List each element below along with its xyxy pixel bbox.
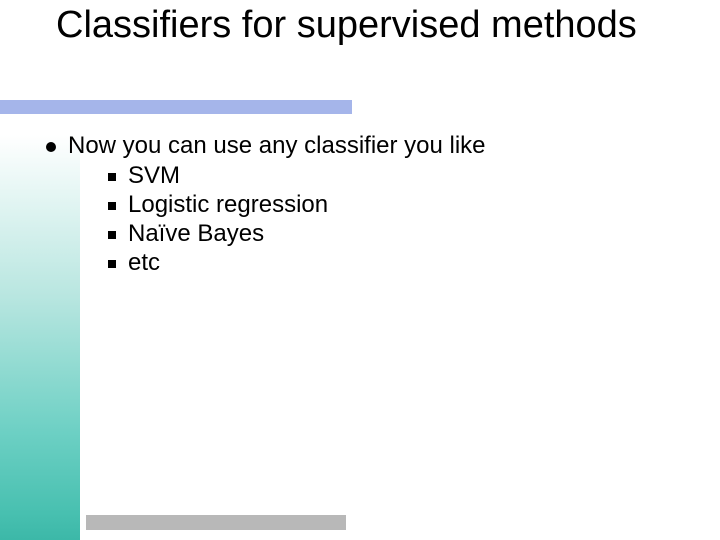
list-item: SVM bbox=[108, 162, 666, 190]
sub-item-text: etc bbox=[128, 249, 160, 277]
square-bullet-icon bbox=[108, 231, 116, 239]
slide-title: Classifiers for supervised methods bbox=[56, 4, 637, 48]
bottom-decorator-bar bbox=[86, 515, 346, 530]
square-bullet-icon bbox=[108, 260, 116, 268]
main-bullet-item: Now you can use any classifier you like bbox=[46, 132, 666, 160]
sub-item-text: Logistic regression bbox=[128, 191, 328, 219]
square-bullet-icon bbox=[108, 202, 116, 210]
main-bullet-text: Now you can use any classifier you like bbox=[68, 132, 486, 160]
slide-content: Now you can use any classifier you like … bbox=[46, 132, 666, 278]
sub-item-text: SVM bbox=[128, 162, 180, 190]
list-item: Naïve Bayes bbox=[108, 220, 666, 248]
sub-bullet-list: SVM Logistic regression Naïve Bayes etc bbox=[108, 162, 666, 277]
list-item: etc bbox=[108, 249, 666, 277]
list-item: Logistic regression bbox=[108, 191, 666, 219]
accent-bar bbox=[0, 100, 352, 114]
round-bullet-icon bbox=[46, 142, 56, 152]
square-bullet-icon bbox=[108, 173, 116, 181]
sub-item-text: Naïve Bayes bbox=[128, 220, 264, 248]
